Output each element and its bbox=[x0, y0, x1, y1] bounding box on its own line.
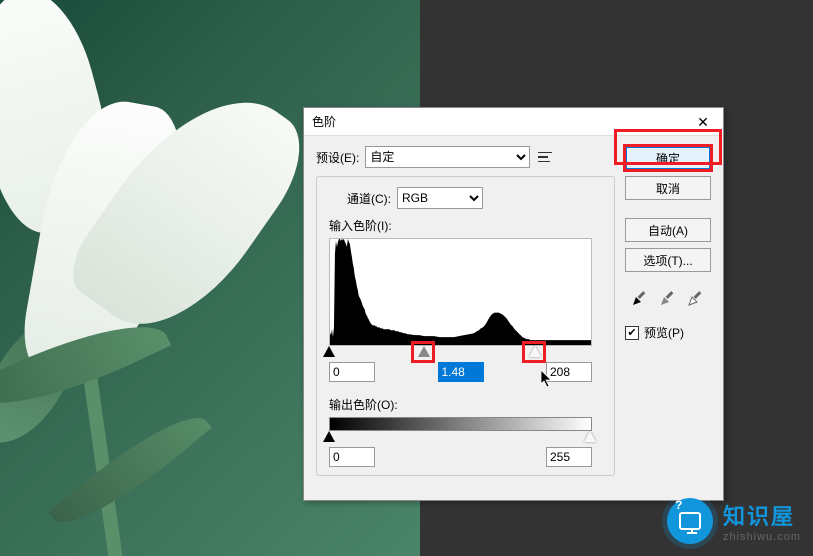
watermark-url: zhishiwu.com bbox=[723, 531, 801, 543]
output-black-handle[interactable] bbox=[323, 431, 335, 442]
output-white-handle[interactable] bbox=[584, 431, 596, 442]
watermark-name: 知识屋 bbox=[723, 499, 801, 531]
gray-point-eyedropper-icon[interactable] bbox=[658, 288, 678, 308]
preview-label: 预览(P) bbox=[644, 324, 684, 341]
input-black-handle[interactable] bbox=[323, 346, 335, 357]
input-mid-handle[interactable] bbox=[418, 346, 430, 357]
output-slider-track[interactable] bbox=[329, 431, 592, 445]
preset-menu-icon[interactable] bbox=[536, 148, 556, 166]
options-button[interactable]: 选项(T)... bbox=[625, 248, 711, 272]
histogram-graph bbox=[330, 239, 591, 345]
preset-select[interactable]: 自定 bbox=[365, 146, 530, 168]
histogram[interactable] bbox=[329, 238, 592, 346]
cancel-button[interactable]: 取消 bbox=[625, 176, 711, 200]
eyedropper-group bbox=[625, 288, 711, 308]
levels-group: 通道(C): RGB 输入色阶(I): bbox=[316, 176, 615, 476]
input-slider-track[interactable] bbox=[329, 346, 592, 360]
auto-button[interactable]: 自动(A) bbox=[625, 218, 711, 242]
ok-button[interactable]: 确定 bbox=[625, 146, 711, 170]
output-gradient bbox=[329, 417, 592, 431]
channel-label: 通道(C): bbox=[347, 190, 391, 207]
input-mid-value[interactable] bbox=[438, 362, 484, 382]
output-white-value[interactable] bbox=[546, 447, 592, 467]
preview-checkbox-row[interactable]: ✔ 预览(P) bbox=[625, 324, 711, 341]
close-button[interactable]: ✕ bbox=[683, 108, 723, 136]
close-icon: ✕ bbox=[697, 114, 709, 131]
white-point-eyedropper-icon[interactable] bbox=[686, 288, 706, 308]
levels-dialog: 色阶 ✕ 预设(E): 自定 通道(C): RGB 输入色阶(I): bbox=[303, 107, 724, 501]
input-levels-label: 输入色阶(I): bbox=[329, 217, 602, 234]
dialog-titlebar[interactable]: 色阶 ✕ bbox=[304, 108, 723, 136]
watermark-logo-icon: ? bbox=[667, 498, 713, 544]
input-white-handle[interactable] bbox=[529, 346, 541, 357]
input-white-value[interactable] bbox=[546, 362, 592, 382]
output-levels-label: 输出色阶(O): bbox=[329, 396, 602, 413]
preset-label: 预设(E): bbox=[316, 149, 359, 166]
watermark: ? 知识屋 zhishiwu.com bbox=[667, 498, 801, 544]
preview-checkbox[interactable]: ✔ bbox=[625, 326, 639, 340]
black-point-eyedropper-icon[interactable] bbox=[630, 288, 650, 308]
dialog-title: 色阶 bbox=[312, 113, 336, 130]
channel-select[interactable]: RGB bbox=[397, 187, 483, 209]
output-black-value[interactable] bbox=[329, 447, 375, 467]
input-black-value[interactable] bbox=[329, 362, 375, 382]
